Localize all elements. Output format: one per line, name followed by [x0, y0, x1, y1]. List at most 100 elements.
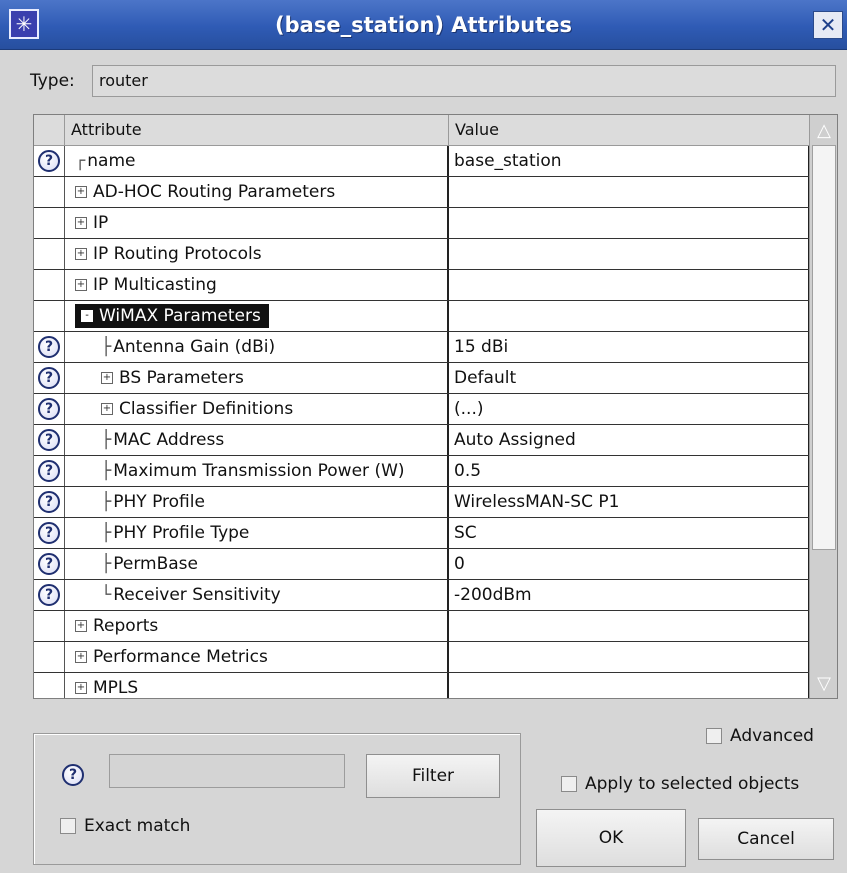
attribute-cell[interactable]: ┌ name: [65, 146, 449, 176]
ok-button[interactable]: OK: [536, 809, 686, 867]
table-row[interactable]: ? ├ PermBase 0: [34, 549, 810, 580]
exact-match-box[interactable]: [60, 818, 76, 834]
row-help-cell[interactable]: ?: [34, 332, 65, 362]
row-help-cell[interactable]: ?: [34, 518, 65, 548]
value-cell[interactable]: Auto Assigned: [449, 425, 810, 455]
value-cell[interactable]: [449, 642, 810, 672]
row-help-cell[interactable]: ?: [34, 456, 65, 486]
table-row[interactable]: + IP: [34, 208, 810, 239]
apply-selected-box[interactable]: [561, 776, 577, 792]
value-cell[interactable]: -200dBm: [449, 580, 810, 610]
help-question-icon[interactable]: ?: [38, 367, 60, 389]
value-cell[interactable]: [449, 177, 810, 207]
table-row[interactable]: ? ┌ name base_station: [34, 146, 810, 177]
exact-match-checkbox[interactable]: Exact match: [60, 816, 190, 836]
plus-box-icon[interactable]: +: [75, 620, 87, 632]
attribute-cell[interactable]: ├ Maximum Transmission Power (W): [65, 456, 449, 486]
help-question-icon[interactable]: ?: [38, 398, 60, 420]
help-question-icon[interactable]: ?: [38, 150, 60, 172]
advanced-box[interactable]: [706, 728, 722, 744]
value-cell[interactable]: [449, 611, 810, 641]
plus-box-icon[interactable]: +: [75, 248, 87, 260]
help-question-icon[interactable]: ?: [38, 522, 60, 544]
scroll-down-arrow-icon[interactable]: ▽: [812, 670, 836, 696]
scroll-up-arrow-icon[interactable]: △: [812, 117, 836, 143]
header-attribute[interactable]: Attribute: [65, 115, 449, 145]
table-row[interactable]: ? ├ PHY Profile WirelessMAN-SC P1: [34, 487, 810, 518]
plus-box-icon[interactable]: +: [101, 372, 113, 384]
value-cell[interactable]: [449, 239, 810, 269]
attribute-cell[interactable]: + AD-HOC Routing Parameters: [65, 177, 449, 207]
row-help-cell[interactable]: ?: [34, 146, 65, 176]
attribute-cell[interactable]: + MPLS: [65, 673, 449, 698]
attribute-cell[interactable]: - WiMAX Parameters: [65, 301, 449, 331]
minus-box-icon[interactable]: -: [81, 310, 93, 322]
value-cell[interactable]: SC: [449, 518, 810, 548]
apply-selected-checkbox[interactable]: Apply to selected objects: [561, 774, 799, 794]
scroll-thumb[interactable]: [812, 145, 836, 550]
row-help-cell[interactable]: ?: [34, 580, 65, 610]
value-cell[interactable]: 0: [449, 549, 810, 579]
table-row[interactable]: ? ├ Antenna Gain (dBi) 15 dBi: [34, 332, 810, 363]
attribute-cell[interactable]: ├ PermBase: [65, 549, 449, 579]
table-row[interactable]: ? ├ MAC Address Auto Assigned: [34, 425, 810, 456]
plus-box-icon[interactable]: +: [75, 651, 87, 663]
help-question-icon[interactable]: ?: [38, 336, 60, 358]
value-cell[interactable]: WirelessMAN-SC P1: [449, 487, 810, 517]
help-question-icon[interactable]: ?: [38, 460, 60, 482]
table-row[interactable]: ? ├ PHY Profile Type SC: [34, 518, 810, 549]
table-row[interactable]: + IP Multicasting: [34, 270, 810, 301]
attribute-cell[interactable]: + BS Parameters: [65, 363, 449, 393]
row-help-cell[interactable]: ?: [34, 549, 65, 579]
attribute-cell[interactable]: + IP: [65, 208, 449, 238]
attribute-cell[interactable]: ├ Antenna Gain (dBi): [65, 332, 449, 362]
value-cell[interactable]: (...): [449, 394, 810, 424]
value-cell[interactable]: [449, 208, 810, 238]
attribute-cell[interactable]: + IP Routing Protocols: [65, 239, 449, 269]
value-cell[interactable]: [449, 301, 810, 331]
row-help-cell[interactable]: ?: [34, 425, 65, 455]
attribute-cell[interactable]: └ Receiver Sensitivity: [65, 580, 449, 610]
help-question-icon[interactable]: ?: [38, 553, 60, 575]
row-help-cell[interactable]: ?: [34, 487, 65, 517]
row-help-cell[interactable]: ?: [34, 394, 65, 424]
cancel-button[interactable]: Cancel: [698, 818, 834, 860]
help-question-icon[interactable]: ?: [38, 429, 60, 451]
filter-input[interactable]: [109, 754, 345, 788]
attribute-cell[interactable]: + IP Multicasting: [65, 270, 449, 300]
value-cell[interactable]: 15 dBi: [449, 332, 810, 362]
value-cell[interactable]: [449, 673, 810, 698]
plus-box-icon[interactable]: +: [75, 186, 87, 198]
header-value[interactable]: Value: [449, 115, 810, 145]
vertical-scrollbar[interactable]: △ ▽: [809, 115, 837, 698]
attribute-cell[interactable]: ├ PHY Profile Type: [65, 518, 449, 548]
attribute-cell[interactable]: + Reports: [65, 611, 449, 641]
help-question-icon[interactable]: ?: [38, 491, 60, 513]
value-cell[interactable]: [449, 270, 810, 300]
table-row[interactable]: ? + BS Parameters Default: [34, 363, 810, 394]
attribute-cell[interactable]: + Classifier Definitions: [65, 394, 449, 424]
table-row[interactable]: + IP Routing Protocols: [34, 239, 810, 270]
help-question-icon[interactable]: ?: [38, 584, 60, 606]
close-button[interactable]: ✕: [813, 11, 843, 39]
row-help-cell[interactable]: ?: [34, 363, 65, 393]
table-row[interactable]: + MPLS: [34, 673, 810, 698]
value-cell[interactable]: base_station: [449, 146, 810, 176]
plus-box-icon[interactable]: +: [75, 682, 87, 694]
table-row[interactable]: + Reports: [34, 611, 810, 642]
plus-box-icon[interactable]: +: [75, 217, 87, 229]
attribute-cell[interactable]: ├ MAC Address: [65, 425, 449, 455]
table-row[interactable]: + Performance Metrics: [34, 642, 810, 673]
table-row[interactable]: ? ├ Maximum Transmission Power (W) 0.5: [34, 456, 810, 487]
attribute-cell[interactable]: + Performance Metrics: [65, 642, 449, 672]
filter-button[interactable]: Filter: [366, 754, 500, 798]
advanced-checkbox[interactable]: Advanced: [706, 726, 814, 746]
table-row[interactable]: - WiMAX Parameters: [34, 301, 810, 332]
plus-box-icon[interactable]: +: [75, 279, 87, 291]
attribute-cell[interactable]: ├ PHY Profile: [65, 487, 449, 517]
table-row[interactable]: ? └ Receiver Sensitivity -200dBm: [34, 580, 810, 611]
value-cell[interactable]: 0.5: [449, 456, 810, 486]
value-cell[interactable]: Default: [449, 363, 810, 393]
help-question-icon[interactable]: ?: [62, 764, 84, 786]
table-row[interactable]: + AD-HOC Routing Parameters: [34, 177, 810, 208]
